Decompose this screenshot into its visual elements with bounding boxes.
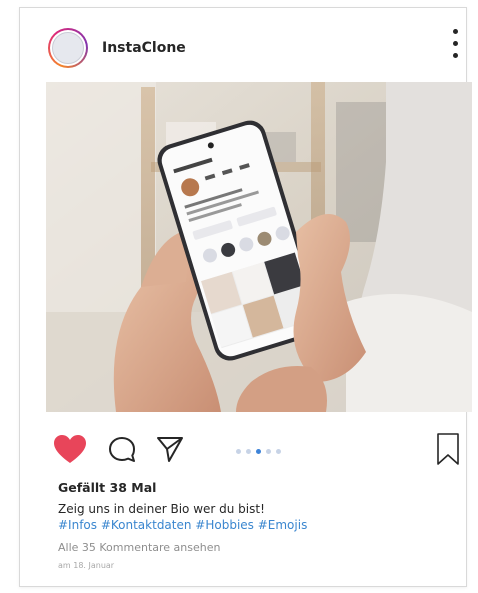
likes-count[interactable]: Gefällt 38 Mal <box>58 480 156 495</box>
post-card: InstaClone Gefällt 38 Mal Zeig uns in de… <box>19 7 472 587</box>
carousel-indicator <box>236 449 281 455</box>
post-date: am 18. Januar <box>58 561 115 570</box>
more-vertical-icon[interactable] <box>450 26 462 62</box>
post-image[interactable] <box>46 82 472 412</box>
paper-plane-icon[interactable] <box>156 435 184 463</box>
heart-icon[interactable] <box>53 434 87 464</box>
post-caption: Zeig uns in deiner Bio wer du bist! <box>58 502 265 516</box>
avatar-image <box>52 32 84 64</box>
carousel-dot[interactable] <box>276 449 281 454</box>
carousel-dot[interactable] <box>256 449 261 454</box>
view-comments-link[interactable]: Alle 35 Kommentare ansehen <box>58 541 220 554</box>
carousel-dot[interactable] <box>246 449 251 454</box>
bookmark-icon[interactable] <box>436 432 460 466</box>
post-hashtags[interactable]: #Infos #Kontaktdaten #Hobbies #Emojis <box>58 518 458 532</box>
username-link[interactable]: InstaClone <box>102 40 186 56</box>
avatar-ring-inner <box>50 30 86 66</box>
carousel-dot[interactable] <box>236 449 241 454</box>
action-bar <box>20 428 466 472</box>
post-header: InstaClone <box>20 8 466 82</box>
carousel-dot[interactable] <box>266 449 271 454</box>
comment-bubble-icon[interactable] <box>108 436 138 464</box>
avatar[interactable] <box>48 28 88 68</box>
